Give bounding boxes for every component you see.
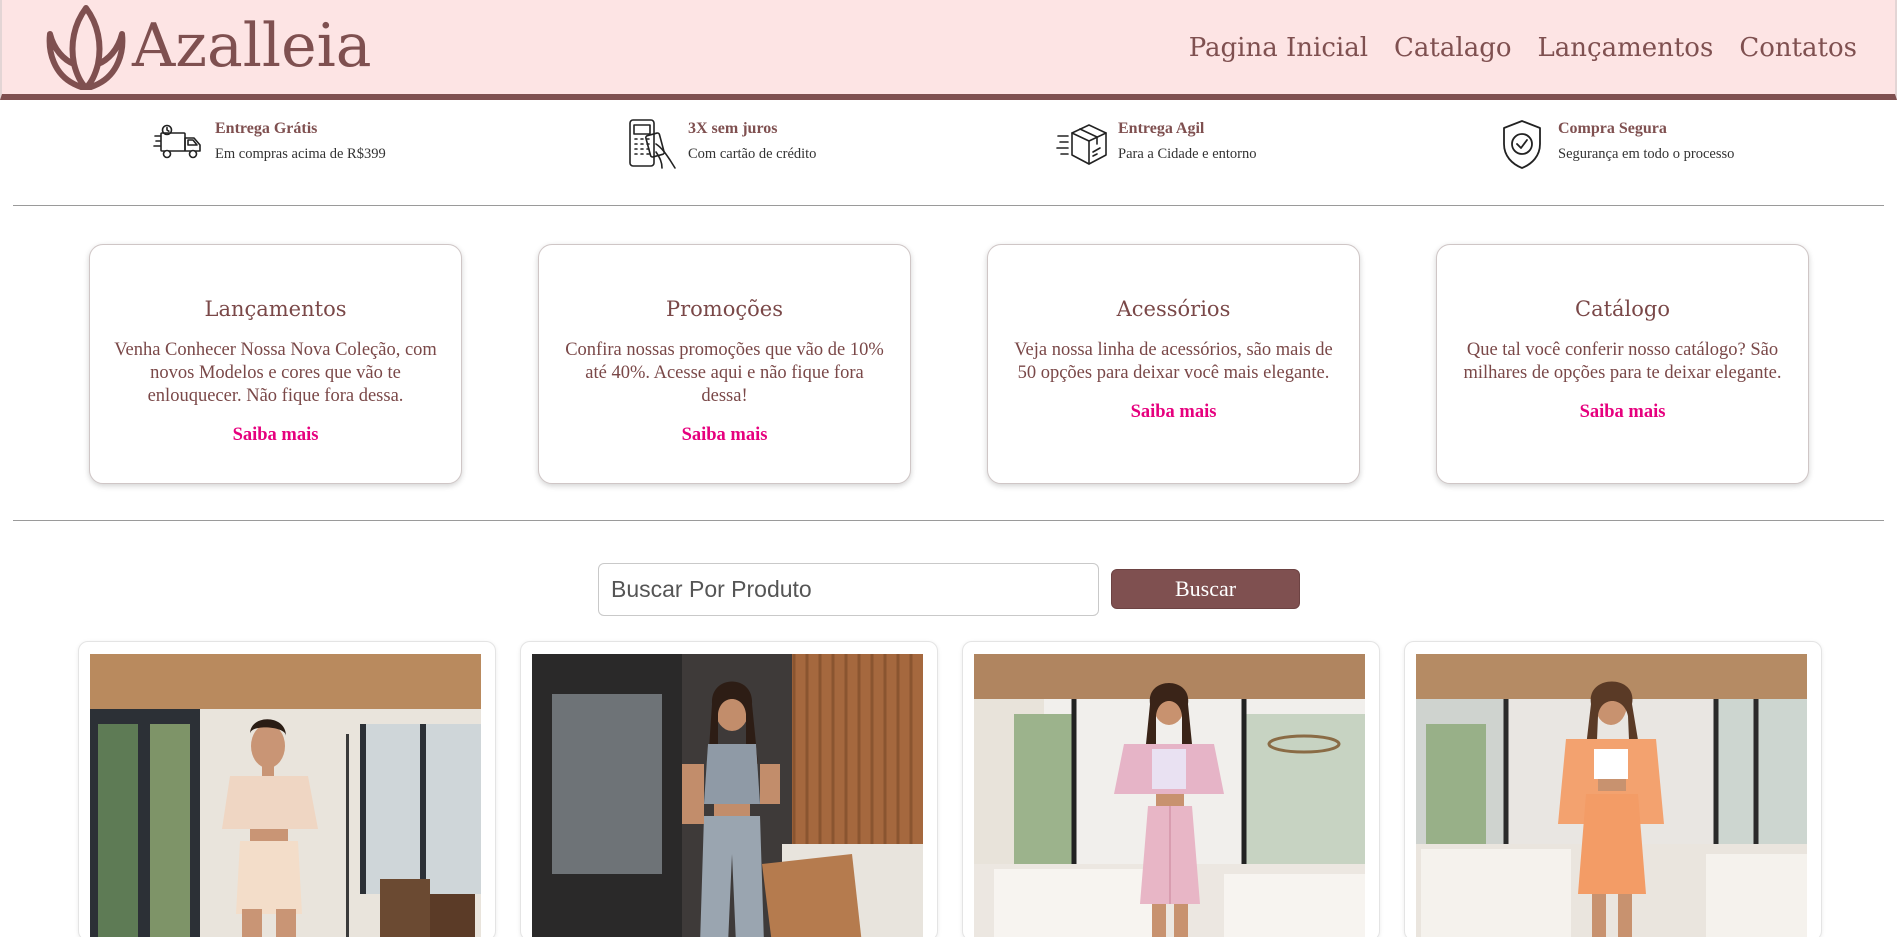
product-image[interactable] <box>532 654 923 937</box>
benefits-bar: Entrega Grátis Em compras acima de R$399… <box>0 100 1897 205</box>
benefit-title: 3X sem juros <box>688 120 778 137</box>
benefit-title: Compra Segura <box>1558 120 1667 137</box>
model-pink-outfit <box>974 654 1365 937</box>
card-text: Venha Conhecer Nossa Nova Coleção, com n… <box>114 340 437 406</box>
product-card[interactable] <box>520 641 938 937</box>
main-nav: Pagina Inicial Catalago Lançamentos Cont… <box>1189 26 1857 70</box>
benefit-subtitle: Segurança em todo o processo <box>1558 146 1735 162</box>
model-orange-outfit <box>1416 654 1807 937</box>
benefit-installments: 3X sem juros Com cartão de crédito <box>626 118 816 170</box>
benefit-fast-delivery: Entrega Agil Para a Cidade e entorno <box>1056 118 1257 170</box>
card-payment-icon <box>629 119 676 169</box>
nav-link-releases[interactable]: Lançamentos <box>1538 26 1714 70</box>
card-link-saiba-mais[interactable]: Saiba mais <box>561 425 888 446</box>
delivery-truck-icon <box>153 124 201 159</box>
card-text: Confira nossas promoções que vão de 10% … <box>565 340 884 406</box>
product-card[interactable] <box>1404 641 1822 937</box>
card-text: Veja nossa linha de acessórios, são mais… <box>1014 340 1333 383</box>
benefit-subtitle: Com cartão de crédito <box>688 146 817 162</box>
brand-logo[interactable]: Azalleia <box>44 2 372 90</box>
benefit-secure-purchase: Compra Segura Segurança em todo o proces… <box>1496 118 1734 170</box>
card-title: Acessórios <box>1116 297 1231 321</box>
model-grey-outfit <box>532 654 923 937</box>
card-accessories: Acessórios Veja nossa linha de acessório… <box>987 244 1360 484</box>
card-catalog: Catálogo Que tal você conferir nosso cat… <box>1436 244 1809 484</box>
card-link-saiba-mais[interactable]: Saiba mais <box>1010 402 1337 423</box>
benefit-subtitle: Para a Cidade e entorno <box>1118 146 1257 162</box>
card-title: Catálogo <box>1575 297 1670 321</box>
product-card[interactable] <box>962 641 1380 937</box>
nav-link-catalog[interactable]: Catalago <box>1394 26 1511 70</box>
lotus-icon <box>46 5 126 90</box>
product-image[interactable] <box>1416 654 1807 937</box>
card-link-saiba-mais[interactable]: Saiba mais <box>112 425 439 446</box>
card-title: Lançamentos <box>204 297 347 321</box>
card-text: Que tal você conferir nosso catálogo? Sã… <box>1463 340 1782 383</box>
benefit-title: Entrega Grátis <box>215 120 318 137</box>
card-releases: Lançamentos Venha Conhecer Nossa Nova Co… <box>89 244 462 484</box>
card-link-saiba-mais[interactable]: Saiba mais <box>1459 402 1786 423</box>
divider <box>13 205 1884 206</box>
product-card[interactable] <box>78 641 496 937</box>
fast-box-icon <box>1056 124 1107 165</box>
card-title: Promoções <box>666 297 783 321</box>
benefit-title: Entrega Agil <box>1118 120 1205 137</box>
search-input[interactable] <box>598 563 1099 616</box>
shield-check-icon <box>1503 120 1541 169</box>
product-image[interactable] <box>974 654 1365 937</box>
product-image[interactable] <box>90 654 481 937</box>
site-header: Azalleia Pagina Inicial Catalago Lançame… <box>0 0 1897 100</box>
card-promotions: Promoções Confira nossas promoções que v… <box>538 244 911 484</box>
divider <box>13 520 1884 521</box>
search-button[interactable]: Buscar <box>1111 569 1300 609</box>
nav-link-contacts[interactable]: Contatos <box>1739 26 1857 70</box>
benefit-free-shipping: Entrega Grátis Em compras acima de R$399 <box>153 118 386 170</box>
nav-link-home[interactable]: Pagina Inicial <box>1189 26 1368 70</box>
benefit-subtitle: Em compras acima de R$399 <box>215 146 386 162</box>
brand-name: Azalleia <box>132 11 372 81</box>
model-beige-outfit <box>90 654 481 937</box>
